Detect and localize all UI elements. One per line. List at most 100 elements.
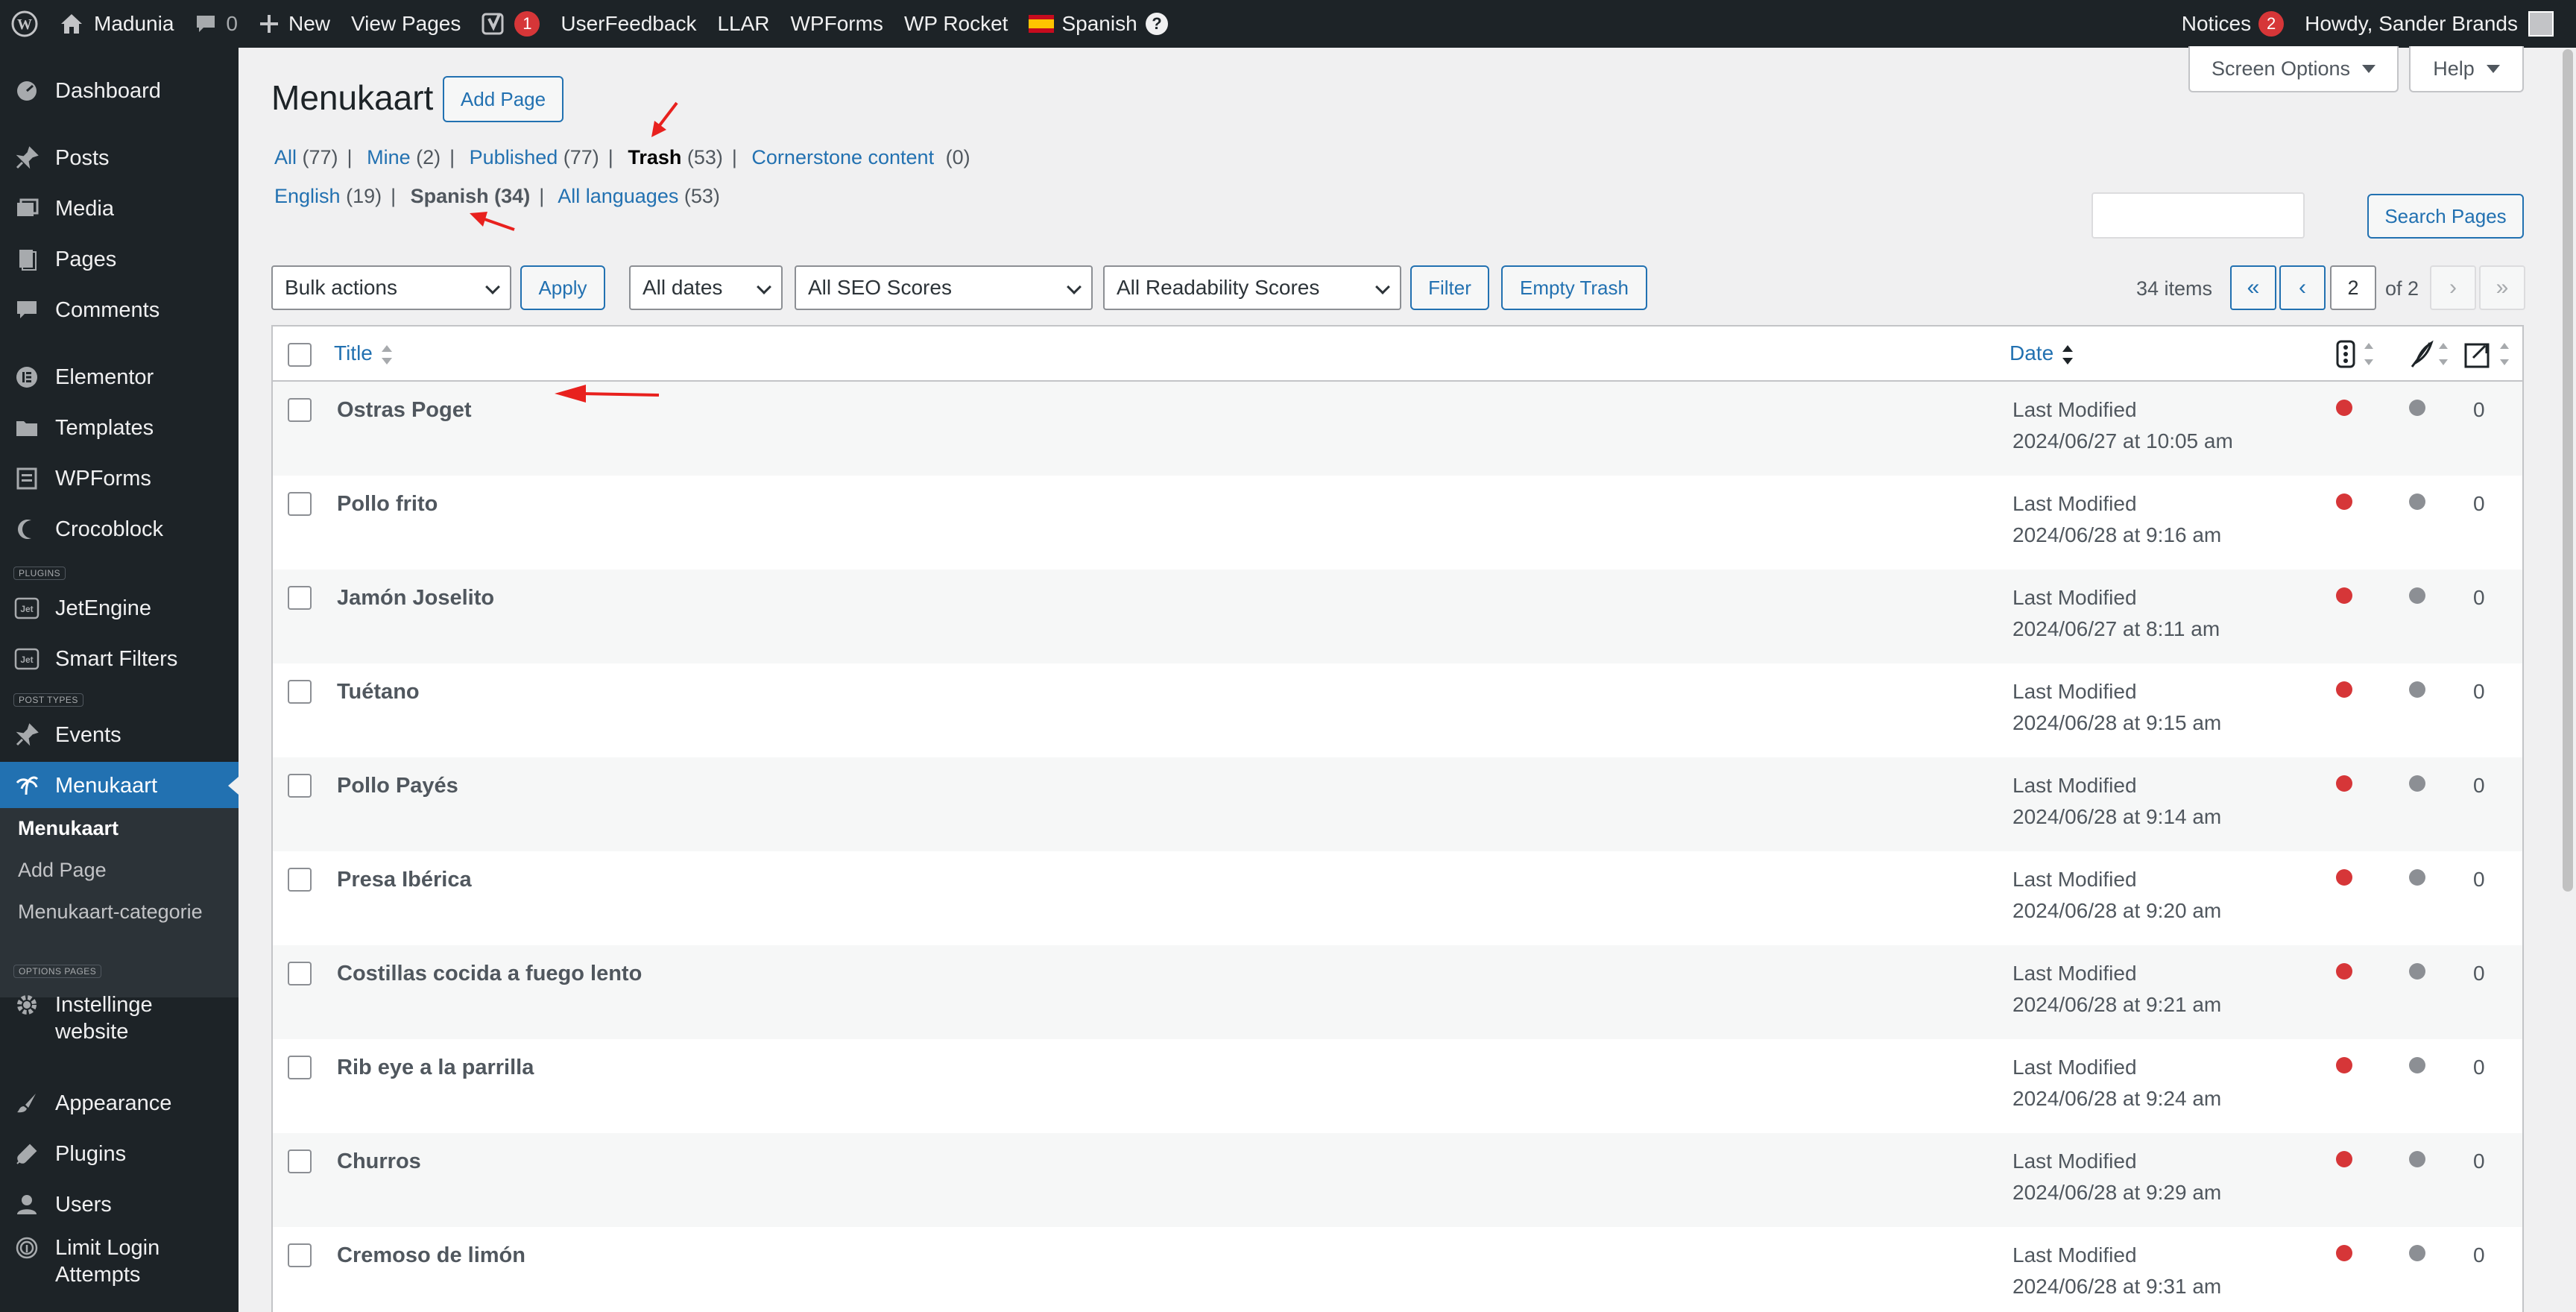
sidebar-label: WPForms <box>55 466 151 491</box>
row-checkbox[interactable] <box>288 1149 312 1173</box>
filter-cornerstone[interactable]: Cornerstone content <box>751 146 934 168</box>
row-title-link[interactable]: Pollo frito <box>337 492 438 517</box>
seo-scores-select[interactable]: All SEO Scores <box>795 265 1093 310</box>
empty-trash-button[interactable]: Empty Trash <box>1501 265 1647 310</box>
filter-mine[interactable]: Mine <box>367 146 411 168</box>
wordpress-logo-icon[interactable]: W <box>0 0 49 48</box>
seo-score-column-header[interactable] <box>2336 338 2373 370</box>
title-column-header[interactable]: Title <box>334 341 392 365</box>
comments-link[interactable]: 0 <box>184 0 248 48</box>
filter-trash[interactable]: Trash <box>628 146 681 168</box>
row-checkbox[interactable] <box>288 774 312 798</box>
sidebar-item-crocoblock[interactable]: Crocoblock <box>0 505 239 553</box>
filter-all[interactable]: All <box>274 146 297 168</box>
sidebar-item-limit-login-attempts[interactable]: Limit Login Attempts <box>0 1231 239 1293</box>
row-checkbox[interactable] <box>288 1243 312 1267</box>
notices-link[interactable]: Notices 2 <box>2171 0 2294 48</box>
row-checkbox[interactable] <box>288 1056 312 1079</box>
sidebar-item-posts[interactable]: Posts <box>0 134 239 182</box>
row-title-link[interactable]: Jamón Joselito <box>337 586 494 611</box>
submenu-item-categorie[interactable]: Menukaart-categorie <box>18 901 203 924</box>
wpforms-link[interactable]: WPForms <box>780 0 894 48</box>
avatar <box>2528 11 2554 37</box>
sidebar-item-users[interactable]: Users <box>0 1181 239 1229</box>
submenu-item-add-page[interactable]: Add Page <box>18 859 107 882</box>
readability-column-header[interactable] <box>2409 338 2448 370</box>
language-spanish[interactable]: Spanish (34) <box>411 185 531 207</box>
filter-button[interactable]: Filter <box>1410 265 1489 310</box>
row-link-count: 0 <box>2473 1243 2485 1267</box>
sidebar-item-media[interactable]: Media <box>0 185 239 233</box>
links-column-header[interactable] <box>2463 338 2509 370</box>
sidebar-item-events[interactable]: Events <box>0 711 239 759</box>
new-content-button[interactable]: New <box>248 0 341 48</box>
prev-page-button[interactable]: ‹ <box>2279 265 2326 310</box>
sidebar-label: Limit Login Attempts <box>55 1236 160 1287</box>
userfeedback-link[interactable]: UserFeedback <box>550 0 707 48</box>
row-title-link[interactable]: Tuétano <box>337 680 420 704</box>
row-title-link[interactable]: Cremoso de limón <box>337 1243 525 1268</box>
help-button[interactable]: Help <box>2409 46 2524 92</box>
llar-link[interactable]: LLAR <box>707 0 780 48</box>
row-title-link[interactable]: Presa Ibérica <box>337 868 472 892</box>
row-date-status: Last Modified <box>2012 962 2137 985</box>
submenu-item-menukaart[interactable]: Menukaart <box>18 817 119 840</box>
total-pages: of 2 <box>2385 277 2419 300</box>
site-name-link[interactable]: Madunia <box>49 0 184 48</box>
row-checkbox[interactable] <box>288 868 312 892</box>
table-row: Pollo frito Last Modified 2024/06/28 at … <box>273 476 2522 570</box>
row-date-status: Last Modified <box>2012 680 2137 703</box>
row-title-link[interactable]: Pollo Payés <box>337 774 458 798</box>
new-label: New <box>288 12 330 35</box>
sidebar-item-jetengine[interactable]: Jet JetEngine <box>0 584 239 632</box>
filter-count: (53) <box>686 146 723 168</box>
plugins-section-label: PLUGINS <box>13 567 66 580</box>
bulk-actions-select[interactable]: Bulk actions <box>271 265 511 310</box>
sidebar-item-pages[interactable]: Pages <box>0 236 239 283</box>
add-page-button[interactable]: Add Page <box>443 76 564 122</box>
select-all-checkbox[interactable] <box>288 343 312 367</box>
date-column-header[interactable]: Date <box>2010 341 2074 365</box>
sidebar-item-wpforms[interactable]: WPForms <box>0 455 239 502</box>
sidebar-item-elementor[interactable]: Elementor <box>0 353 239 401</box>
row-title-link[interactable]: Costillas cocida a fuego lento <box>337 962 642 986</box>
view-pages-label: View Pages <box>351 12 461 35</box>
current-page-input[interactable]: 2 <box>2330 265 2376 310</box>
sidebar-item-smart-filters[interactable]: Jet Smart Filters <box>0 635 239 683</box>
scrollbar-thumb[interactable] <box>2563 49 2573 892</box>
row-checkbox[interactable] <box>288 492 312 516</box>
row-date-value: 2024/06/28 at 9:15 am <box>2012 711 2222 734</box>
row-checkbox[interactable] <box>288 680 312 704</box>
apply-button[interactable]: Apply <box>520 265 605 310</box>
row-checkbox[interactable] <box>288 962 312 985</box>
sidebar-item-dashboard[interactable]: Dashboard <box>0 67 239 115</box>
view-pages-link[interactable]: View Pages <box>341 0 471 48</box>
wpforms-label: WPForms <box>790 12 883 35</box>
search-pages-button[interactable]: Search Pages <box>2367 194 2524 239</box>
screen-options-button[interactable]: Screen Options <box>2188 46 2399 92</box>
account-menu[interactable]: Howdy, Sander Brands <box>2294 0 2564 48</box>
row-date-value: 2024/06/28 at 9:31 am <box>2012 1275 2222 1298</box>
row-title-link[interactable]: Ostras Poget <box>337 398 472 423</box>
sidebar-item-plugins[interactable]: Plugins <box>0 1130 239 1178</box>
row-title-link[interactable]: Churros <box>337 1149 421 1174</box>
dates-select[interactable]: All dates <box>629 265 783 310</box>
sidebar-item-templates[interactable]: Templates <box>0 404 239 452</box>
filter-published[interactable]: Published <box>470 146 558 168</box>
sidebar-item-menukaart[interactable]: Menukaart <box>0 762 239 810</box>
row-title-link[interactable]: Rib eye a la parrilla <box>337 1056 534 1080</box>
language-switcher[interactable]: Spanish ? <box>1018 0 1178 48</box>
language-all[interactable]: All languages <box>558 185 678 207</box>
language-english[interactable]: English <box>274 185 341 207</box>
row-checkbox[interactable] <box>288 398 312 422</box>
wprocket-link[interactable]: WP Rocket <box>894 0 1019 48</box>
sidebar-item-appearance[interactable]: Appearance <box>0 1079 239 1127</box>
search-input[interactable] <box>2092 192 2305 239</box>
yoast-menu[interactable]: 1 <box>471 0 550 48</box>
readability-scores-select[interactable]: All Readability Scores <box>1103 265 1401 310</box>
first-page-button[interactable]: « <box>2230 265 2276 310</box>
row-link-count: 0 <box>2473 962 2485 985</box>
sidebar-item-instellinge-website[interactable]: Instellinge website <box>0 988 239 1050</box>
sidebar-item-comments[interactable]: Comments <box>0 286 239 334</box>
row-checkbox[interactable] <box>288 586 312 610</box>
